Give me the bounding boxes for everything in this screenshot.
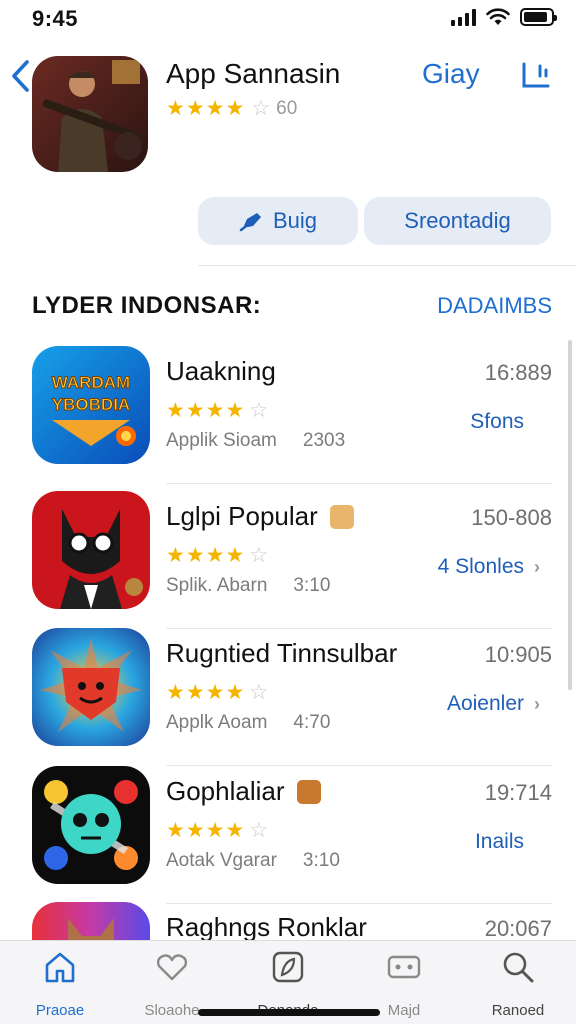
home-icon [45, 952, 75, 983]
divider [166, 483, 552, 484]
download-badge-icon [329, 504, 354, 529]
app-rating: ★★★★ ☆ [166, 544, 269, 567]
divider [198, 265, 576, 266]
tab-search[interactable]: Ranoed [468, 949, 568, 1019]
star-empty-icon: ☆ [249, 399, 269, 422]
app-name: Uaakning [166, 356, 276, 386]
search-icon [503, 952, 534, 983]
list-item[interactable]: Gophlaliar ★★★★ ☆ Aotak Vgarar 3:10 19:71… [0, 766, 576, 904]
bug-button[interactable]: Buig [198, 197, 358, 245]
app-action-button[interactable]: Aoienler › [447, 692, 540, 716]
status-time: 9:45 [32, 6, 79, 31]
app-name: Rugntied Tinnsulbar [166, 638, 398, 668]
app-meta: Applk Aoam 4:70 [166, 712, 331, 733]
status-bar: 9:45 [0, 0, 576, 40]
app-size: 10:905 [484, 642, 552, 667]
rating-count: 60 [276, 97, 298, 119]
app-meta: Aotak Vgarar 3:10 [166, 850, 340, 871]
header-link[interactable]: Giay [422, 58, 480, 90]
list-item[interactable]: Lglpi Popular ★★★★ ☆ Splik. Abarn 3:10 15… [0, 491, 576, 629]
app-icon-4[interactable] [32, 766, 150, 884]
heart-icon [156, 954, 188, 981]
tab-home[interactable]: Praoae [10, 949, 110, 1019]
app-icon-5[interactable] [32, 902, 150, 940]
app-size: 150-808 [471, 505, 552, 530]
app-size: 20:067 [484, 916, 552, 941]
app-rating: ★★★★ ☆ [166, 819, 269, 842]
chevron-right-icon: › [534, 693, 540, 714]
app-size: 19:714 [484, 780, 552, 805]
bug-button-label: Buig [272, 208, 318, 233]
list-item[interactable]: WARDAM YBOBDIA Uaakning ★★★★ ☆ Applik Si… [0, 346, 576, 484]
app-header: App Sannasin ★★★★ ☆ 60 Giay [0, 50, 576, 180]
wifi-icon [486, 8, 510, 25]
app-meta: Applik Sioam 2303 [166, 430, 346, 451]
status-icons [451, 8, 557, 26]
app-icon-2[interactable] [32, 491, 150, 609]
app-name: Gophlaliar [166, 776, 321, 807]
star-empty-icon: ☆ [249, 819, 269, 842]
app-icon-1-logo-text-2: YBOBDIA [52, 395, 130, 414]
battery-icon [520, 8, 557, 26]
app-icon-1-logo-text: WARDAM [52, 373, 130, 392]
app-icon-3[interactable] [32, 628, 150, 746]
app-action-button[interactable]: Sfons [470, 410, 524, 434]
app-action-button[interactable]: 4 Slonles › [438, 555, 540, 579]
sort-button[interactable]: Sreontadig [364, 197, 551, 245]
app-rating: ★★★★ ☆ [166, 399, 269, 422]
signal-icon [451, 8, 476, 26]
star-empty-icon: ☆ [251, 97, 271, 120]
app-name: Lglpi Popular [166, 501, 354, 532]
star-empty-icon: ☆ [249, 681, 269, 704]
chevron-left-icon[interactable] [8, 56, 34, 96]
section-header: LYDER INDONSAR: DADAIMBS [0, 290, 576, 324]
app-icon-1[interactable]: WARDAM YBOBDIA [32, 346, 150, 464]
hero-rating: ★★★★ ☆ 60 [166, 96, 297, 121]
apps-icon [272, 951, 304, 983]
games-icon [387, 955, 421, 979]
app-rating: ★★★★ ☆ [166, 681, 269, 704]
app-meta: Splik. Abarn 3:10 [166, 575, 331, 596]
sort-button-label: Sreontadig [404, 208, 511, 233]
rating-stars: ★★★★ [166, 97, 246, 120]
star-empty-icon: ☆ [249, 544, 269, 567]
share-icon[interactable] [518, 60, 552, 90]
list-item[interactable]: Rugntied Tinnsulbar ★★★★ ☆ Applk Aoam 4:7… [0, 628, 576, 766]
see-all-link[interactable]: DADAIMBS [437, 293, 552, 319]
app-name: Raghngs Ronklar [166, 912, 367, 942]
pencil-icon [239, 213, 261, 232]
app-size: 16:889 [484, 360, 552, 385]
hero-app-icon[interactable] [32, 56, 148, 172]
section-title: LYDER INDONSAR: [32, 292, 262, 319]
page-title: App Sannasin [166, 58, 341, 89]
app-action-button[interactable]: Inails [475, 830, 524, 854]
scrollbar[interactable] [568, 340, 572, 690]
chevron-right-icon: › [534, 556, 540, 577]
chest-badge-icon [296, 779, 321, 804]
home-indicator[interactable] [198, 1009, 380, 1016]
